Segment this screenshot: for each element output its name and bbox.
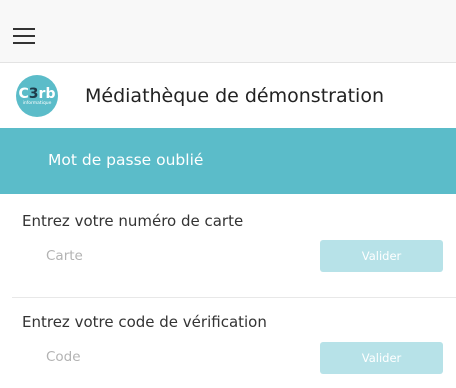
section-divider	[12, 297, 456, 298]
logo-subtext: informatique	[22, 101, 52, 106]
card-number-input[interactable]	[22, 242, 302, 270]
hamburger-menu-icon[interactable]	[13, 28, 35, 44]
hamburger-line-2	[13, 35, 35, 37]
verification-code-label: Entrez votre code de vérification	[22, 313, 267, 331]
library-logo: C3rb informatique	[16, 75, 58, 117]
logo-mark: C3rb	[18, 86, 56, 102]
top-app-bar	[0, 0, 456, 63]
verification-code-input[interactable]	[22, 343, 302, 371]
validate-card-button[interactable]: Valider	[320, 240, 443, 272]
library-header: C3rb informatique Médiathèque de démonst…	[0, 63, 456, 128]
page-title-banner: Mot de passe oublié	[0, 128, 456, 194]
hamburger-line-1	[13, 28, 35, 30]
library-name: Médiathèque de démonstration	[85, 85, 384, 107]
hamburger-line-3	[13, 42, 35, 44]
page-title: Mot de passe oublié	[48, 151, 204, 169]
validate-code-button[interactable]: Valider	[320, 342, 443, 374]
card-number-label: Entrez votre numéro de carte	[22, 212, 244, 230]
